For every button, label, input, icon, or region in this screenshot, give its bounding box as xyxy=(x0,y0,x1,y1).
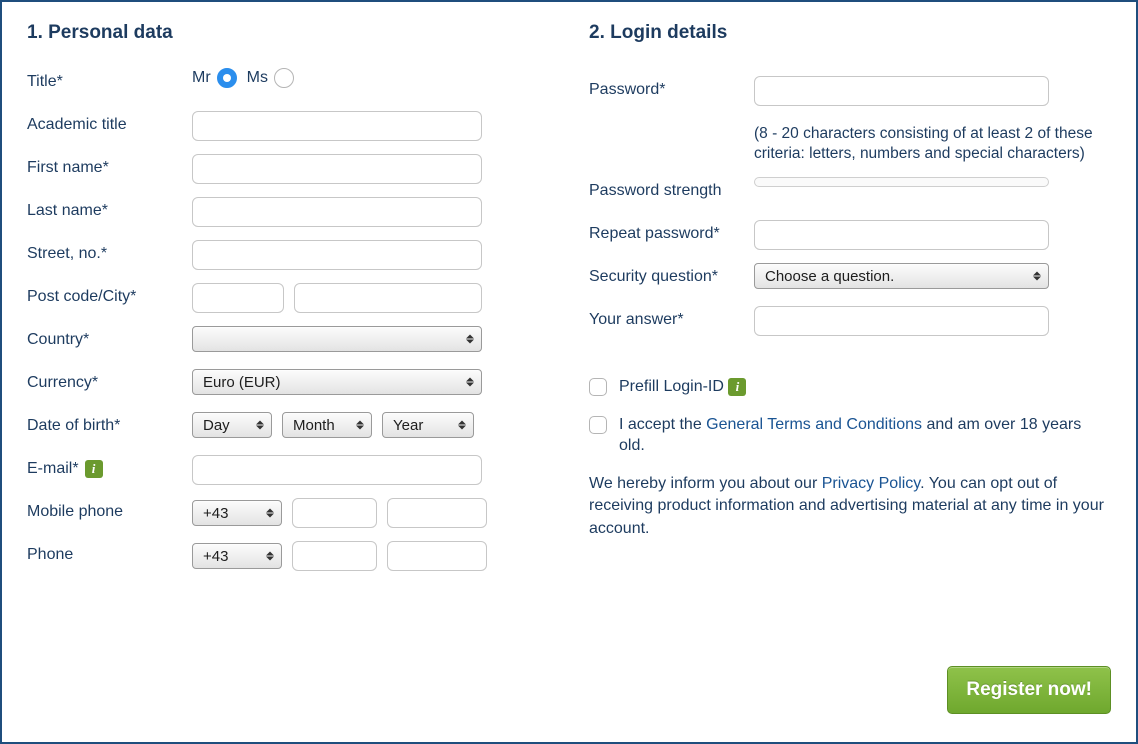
phone-number-input[interactable] xyxy=(387,541,487,571)
phone-cc-select[interactable]: +43 xyxy=(192,543,282,569)
row-firstname: First name* xyxy=(27,154,549,184)
label-street: Street, no.* xyxy=(27,240,192,263)
radio-mr[interactable] xyxy=(217,68,237,88)
password-hint: (8 - 20 characters consisting of at leas… xyxy=(754,124,1111,164)
login-details-column: 2. Login details Password* (8 - 20 chara… xyxy=(589,22,1111,722)
radio-ms-item[interactable]: Ms xyxy=(247,68,294,88)
privacy-link[interactable]: Privacy Policy xyxy=(822,475,920,492)
row-email: E-mail* i xyxy=(27,455,549,485)
row-repeat: Repeat password* xyxy=(589,220,1111,250)
info-icon[interactable]: i xyxy=(728,378,746,396)
section1-heading: 1. Personal data xyxy=(27,22,549,44)
phone-area-input[interactable] xyxy=(292,541,377,571)
mobile-number-input[interactable] xyxy=(387,498,487,528)
password-input[interactable] xyxy=(754,76,1049,106)
dob-year-select[interactable]: Year xyxy=(382,412,474,438)
row-title: Title* Mr Ms xyxy=(27,68,549,98)
register-button[interactable]: Register now! xyxy=(947,666,1111,714)
label-security: Security question* xyxy=(589,263,754,286)
privacy-info: We hereby inform you about our Privacy P… xyxy=(589,473,1111,540)
prefill-label: Prefill Login-ID xyxy=(619,378,724,395)
section2-heading: 2. Login details xyxy=(589,22,1111,44)
city-input[interactable] xyxy=(294,283,482,313)
firstname-input[interactable] xyxy=(192,154,482,184)
row-academic: Academic title xyxy=(27,111,549,141)
password-strength-bar xyxy=(754,177,1049,187)
terms-row: I accept the General Terms and Condition… xyxy=(589,414,1111,457)
row-country: Country* xyxy=(27,326,549,356)
personal-data-column: 1. Personal data Title* Mr Ms Academic t… xyxy=(27,22,549,722)
row-answer: Your answer* xyxy=(589,306,1111,336)
row-currency: Currency* Euro (EUR) xyxy=(27,369,549,399)
row-strength: Password strength xyxy=(589,177,1111,207)
label-mobile: Mobile phone xyxy=(27,498,192,521)
terms-label: I accept the General Terms and Condition… xyxy=(619,414,1111,457)
label-firstname: First name* xyxy=(27,154,192,177)
row-street: Street, no.* xyxy=(27,240,549,270)
answer-input[interactable] xyxy=(754,306,1049,336)
label-academic: Academic title xyxy=(27,111,192,134)
row-security: Security question* Choose a question. xyxy=(589,263,1111,293)
currency-select[interactable]: Euro (EUR) xyxy=(192,369,482,395)
street-input[interactable] xyxy=(192,240,482,270)
dob-month-select[interactable]: Month xyxy=(282,412,372,438)
prefill-checkbox[interactable] xyxy=(589,378,607,396)
lastname-input[interactable] xyxy=(192,197,482,227)
label-email: E-mail* i xyxy=(27,455,192,478)
label-phone: Phone xyxy=(27,541,192,564)
label-title: Title* xyxy=(27,68,192,91)
label-dob: Date of birth* xyxy=(27,412,192,435)
postcode-input[interactable] xyxy=(192,283,284,313)
radio-mr-item[interactable]: Mr xyxy=(192,68,237,88)
terms-checkbox[interactable] xyxy=(589,416,607,434)
mobile-cc-select[interactable]: +43 xyxy=(192,500,282,526)
label-country: Country* xyxy=(27,326,192,349)
country-select[interactable] xyxy=(192,326,482,352)
security-question-select[interactable]: Choose a question. xyxy=(754,263,1049,289)
info-icon[interactable]: i xyxy=(85,460,103,478)
radio-ms[interactable] xyxy=(274,68,294,88)
title-radio-group: Mr Ms xyxy=(192,68,549,88)
row-postcity: Post code/City* xyxy=(27,283,549,313)
label-answer: Your answer* xyxy=(589,306,754,329)
row-lastname: Last name* xyxy=(27,197,549,227)
terms-link[interactable]: General Terms and Conditions xyxy=(706,416,922,433)
label-repeat: Repeat password* xyxy=(589,220,754,243)
repeat-password-input[interactable] xyxy=(754,220,1049,250)
label-postcity: Post code/City* xyxy=(27,283,192,306)
label-currency: Currency* xyxy=(27,369,192,392)
label-lastname: Last name* xyxy=(27,197,192,220)
email-input[interactable] xyxy=(192,455,482,485)
row-mobile: Mobile phone +43 xyxy=(27,498,549,528)
academic-title-input[interactable] xyxy=(192,111,482,141)
row-password: Password* (8 - 20 characters consisting … xyxy=(589,76,1111,164)
mobile-area-input[interactable] xyxy=(292,498,377,528)
radio-mr-label: Mr xyxy=(192,69,211,87)
radio-ms-label: Ms xyxy=(247,69,268,87)
row-phone: Phone +43 xyxy=(27,541,549,571)
dob-day-select[interactable]: Day xyxy=(192,412,272,438)
label-password: Password* xyxy=(589,76,754,99)
registration-form: 1. Personal data Title* Mr Ms Academic t… xyxy=(0,0,1138,744)
prefill-row: Prefill Login-ID i xyxy=(589,376,1111,398)
prefill-label-wrap: Prefill Login-ID i xyxy=(619,376,746,398)
label-strength: Password strength xyxy=(589,177,754,200)
row-dob: Date of birth* Day Month Year xyxy=(27,412,549,442)
